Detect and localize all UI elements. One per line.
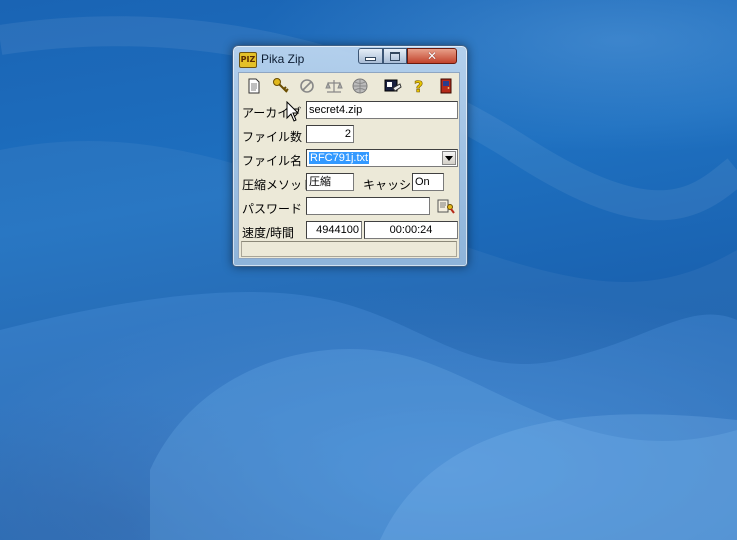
- speed-row: 速度/時間 4944100 00:00:24: [242, 221, 458, 241]
- close-button[interactable]: ✕: [407, 48, 457, 64]
- speed-label: 速度/時間: [242, 226, 295, 240]
- client-area: ? アーカイブ secret4.zip ファイル数 2 ファイル名 RFC791…: [238, 72, 460, 259]
- close-icon: ✕: [426, 49, 438, 63]
- cache-field: On: [412, 173, 444, 191]
- title-bar[interactable]: PIZ Pika Zip ✕: [233, 46, 467, 72]
- stop-button[interactable]: [298, 77, 316, 95]
- file-name-value: RFC791j.txt: [309, 152, 370, 164]
- password-row: パスワード: [242, 197, 458, 217]
- method-label: 圧縮メソッド: [242, 178, 315, 192]
- file-name-label: ファイル名: [242, 154, 303, 168]
- toolbar: ?: [239, 75, 459, 97]
- file-count-row: ファイル数 2: [242, 125, 458, 145]
- clipboard-key-icon: [437, 199, 455, 214]
- minimize-icon: [365, 57, 376, 61]
- elapsed-time-field: 00:00:24: [364, 221, 458, 239]
- speed-field: 4944100: [306, 221, 362, 239]
- password-label: パスワード: [242, 202, 303, 216]
- method-row: 圧縮メソッド 圧縮 キャッシュ On: [242, 173, 458, 193]
- chevron-down-icon: [445, 155, 453, 161]
- maximize-button[interactable]: [383, 48, 407, 64]
- new-archive-icon: [248, 78, 260, 94]
- new-archive-button[interactable]: [245, 77, 263, 95]
- help-button[interactable]: ?: [410, 77, 428, 95]
- file-count-field: 2: [306, 125, 354, 143]
- pika-zip-app-icon: PIZ: [239, 52, 257, 68]
- status-bar: [241, 241, 457, 257]
- settings-button[interactable]: [384, 77, 402, 95]
- archive-field[interactable]: secret4.zip: [306, 101, 458, 119]
- archive-row: アーカイブ secret4.zip: [242, 101, 458, 121]
- minimize-button[interactable]: [358, 48, 383, 64]
- method-field: 圧縮: [306, 173, 354, 191]
- file-count-label: ファイル数: [242, 130, 303, 144]
- maximize-icon: [390, 51, 400, 61]
- globe-button[interactable]: [351, 77, 369, 95]
- window-title: Pika Zip: [261, 52, 305, 66]
- key-icon: [273, 78, 289, 93]
- globe-icon: [352, 78, 368, 94]
- exit-door-icon: [440, 78, 452, 94]
- help-icon: ?: [414, 77, 424, 95]
- scale-icon: [325, 80, 343, 93]
- pika-zip-window: PIZ Pika Zip ✕ ? アーカイブ secret4.zip ファイル数…: [232, 45, 468, 267]
- svg-text:?: ?: [414, 77, 423, 95]
- password-paste-button[interactable]: [437, 198, 455, 214]
- stop-icon: [300, 79, 314, 93]
- mouse-cursor-icon: [286, 101, 300, 122]
- password-input[interactable]: [306, 197, 430, 215]
- combo-dropdown-button[interactable]: [442, 151, 456, 165]
- scale-button[interactable]: [325, 77, 343, 95]
- key-button[interactable]: [272, 77, 290, 95]
- exit-button[interactable]: [437, 77, 455, 95]
- settings-icon: [384, 79, 402, 92]
- file-name-row: ファイル名 RFC791j.txt: [242, 149, 458, 169]
- file-name-combo[interactable]: RFC791j.txt: [306, 149, 458, 167]
